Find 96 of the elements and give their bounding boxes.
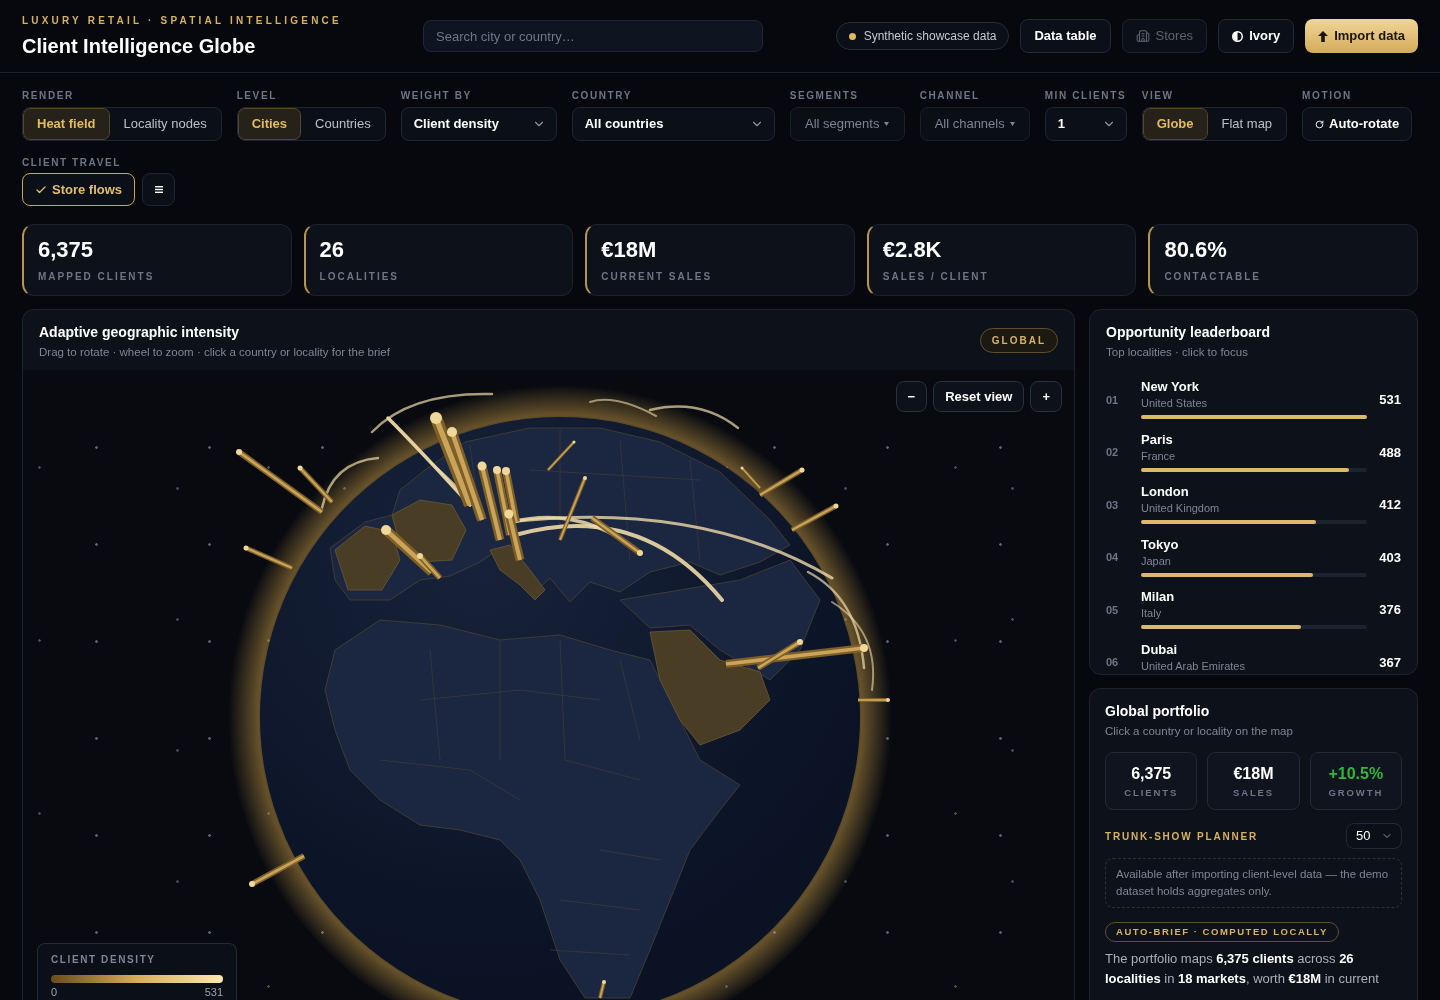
stat-value: €18M	[1233, 763, 1274, 784]
kpi-value: €18M	[601, 237, 657, 263]
filter-label: MIN CLIENTS	[1044, 90, 1127, 102]
stat-label: CLIENTS	[1124, 786, 1179, 799]
legend-title: CLIENT DENSITY	[51, 954, 156, 966]
panel-subtitle: Top localities · click to focus	[1106, 345, 1248, 360]
client-count: 531	[1378, 391, 1401, 410]
kpi-value: €2.8K	[882, 237, 942, 263]
filter-label: CLIENT TRAVEL	[22, 157, 121, 169]
stat-value: +10.5%	[1328, 763, 1384, 784]
panel-title: Global portfolio	[1105, 702, 1210, 721]
filter-label: VIEW	[1141, 90, 1174, 102]
stat-label: SALES	[1232, 786, 1275, 799]
locality-name[interactable]: Paris	[1141, 431, 1173, 448]
rotate-icon	[1315, 119, 1325, 129]
dropdown-select[interactable]: All countries	[571, 107, 775, 141]
data-source-label: Synthetic showcase data	[863, 28, 997, 45]
client-count: 488	[1378, 443, 1401, 462]
country-name: Japan	[1141, 553, 1171, 568]
filter-label: SEGMENTS	[789, 90, 859, 102]
locality-name[interactable]: London	[1141, 484, 1189, 500]
kpi-label: LOCALITIES	[319, 271, 400, 283]
kpi-label: SALES / CLIENT	[882, 271, 989, 283]
header-button[interactable]: Data table	[1020, 19, 1111, 53]
filter-label: CHANNEL	[919, 90, 980, 102]
caret-down-icon	[1009, 122, 1015, 126]
scale-min-label: 0	[51, 986, 58, 999]
kpi-label: CONTACTABLE	[1164, 271, 1261, 283]
app-title: Client Intelligence Globe	[22, 34, 256, 58]
panel-subtitle: Drag to rotate · wheel to zoom · click a country or locality for the brief	[39, 345, 390, 360]
filter-label: LEVEL	[236, 90, 277, 102]
rank-label: 04	[1106, 550, 1120, 566]
locality-name[interactable]: Milan	[1141, 589, 1175, 605]
brief-paragraph: The portfolio maps 6,375 clients across 26 localities in 18 markets, worth €18M in current	[1105, 950, 1380, 988]
segment-option[interactable]: Heat field	[23, 108, 110, 140]
import-button[interactable]: Import data	[1305, 19, 1418, 53]
planner-note: Available after importing client-level data — the demo dataset holds aggregates only.	[1105, 858, 1402, 908]
zoom-control-button[interactable]: −	[895, 381, 928, 412]
kpi-value: 80.6%	[1164, 237, 1227, 263]
locality-name[interactable]: New York	[1141, 379, 1200, 395]
dropdown-select[interactable]: 50	[1346, 823, 1402, 849]
client-count: 376	[1378, 601, 1401, 620]
country-name: United Kingdom	[1141, 501, 1220, 515]
auto-rotate-button[interactable]: Auto-rotate	[1302, 107, 1413, 141]
panel-title: Opportunity leaderboard	[1106, 323, 1271, 342]
dropdown-select[interactable]: All segments	[789, 107, 905, 141]
planner-label: TRUNK-SHOW PLANNER	[1105, 829, 1258, 844]
client-count: 403	[1378, 548, 1401, 567]
search-field[interactable]: Search city or country…	[423, 20, 763, 52]
menu-button[interactable]	[142, 173, 176, 206]
rank-label: 06	[1106, 655, 1120, 671]
scale-max-label: 531	[204, 986, 223, 999]
segment-option[interactable]: Countries	[301, 108, 385, 140]
segment-option[interactable]: Locality nodes	[109, 108, 221, 140]
segment-option[interactable]: Flat map	[1207, 108, 1287, 140]
filter-label: RENDER	[22, 90, 74, 102]
store-flows-toggle[interactable]: Store flows	[22, 173, 136, 206]
header-button[interactable]: Ivory	[1218, 19, 1295, 53]
zoom-control-button[interactable]: Reset view	[933, 381, 1025, 412]
country-name: United States	[1141, 396, 1208, 410]
client-count: 412	[1378, 496, 1401, 515]
stat-value: 6,375	[1131, 763, 1172, 784]
caret-down-icon	[884, 122, 890, 126]
zoom-control-button[interactable]: +	[1030, 381, 1062, 412]
rank-label: 02	[1106, 445, 1120, 461]
client-count: 367	[1378, 653, 1401, 672]
kpi-value: 26	[319, 237, 345, 263]
locality-name[interactable]: Dubai	[1141, 641, 1178, 658]
filter-label: COUNTRY	[571, 90, 632, 102]
menu-icon	[154, 186, 163, 193]
eyebrow-text: LUXURY RETAIL · SPATIAL INTELLIGENCE	[22, 14, 342, 28]
starry-map-viewport[interactable]: − Reset view + CLIENT DENSITY 0 531	[23, 370, 1074, 1000]
kpi-value: 6,375	[38, 237, 94, 263]
segment-option[interactable]: Globe	[1142, 108, 1208, 140]
country-name: Italy	[1141, 606, 1162, 620]
dropdown-select[interactable]: All channels	[919, 107, 1030, 141]
segment-option[interactable]: Cities	[237, 108, 302, 140]
building-icon	[1135, 29, 1150, 43]
kpi-label: MAPPED CLIENTS	[38, 271, 155, 283]
filter-label: WEIGHT BY	[400, 90, 472, 102]
panel-subtitle: Click a country or locality on the map	[1105, 724, 1293, 739]
rank-label: 03	[1106, 497, 1120, 513]
locality-name[interactable]: Tokyo	[1141, 536, 1179, 553]
scope-tag: GLOBAL	[979, 328, 1058, 353]
country-name: United Arab Emirates	[1141, 658, 1245, 673]
kpi-label: CURRENT SALES	[601, 271, 713, 283]
panel-title: Adaptive geographic intensity	[39, 323, 239, 342]
contrast-icon	[1232, 30, 1244, 42]
stat-label: GROWTH	[1328, 786, 1384, 799]
arrow-up-icon	[1318, 30, 1329, 42]
dropdown-select[interactable]: 1	[1044, 107, 1127, 141]
rank-label: 05	[1106, 602, 1120, 618]
filter-label: MOTION	[1302, 90, 1352, 102]
dropdown-select[interactable]: Client density	[400, 107, 557, 141]
country-name: France	[1141, 448, 1176, 463]
rank-label: 01	[1106, 392, 1120, 408]
